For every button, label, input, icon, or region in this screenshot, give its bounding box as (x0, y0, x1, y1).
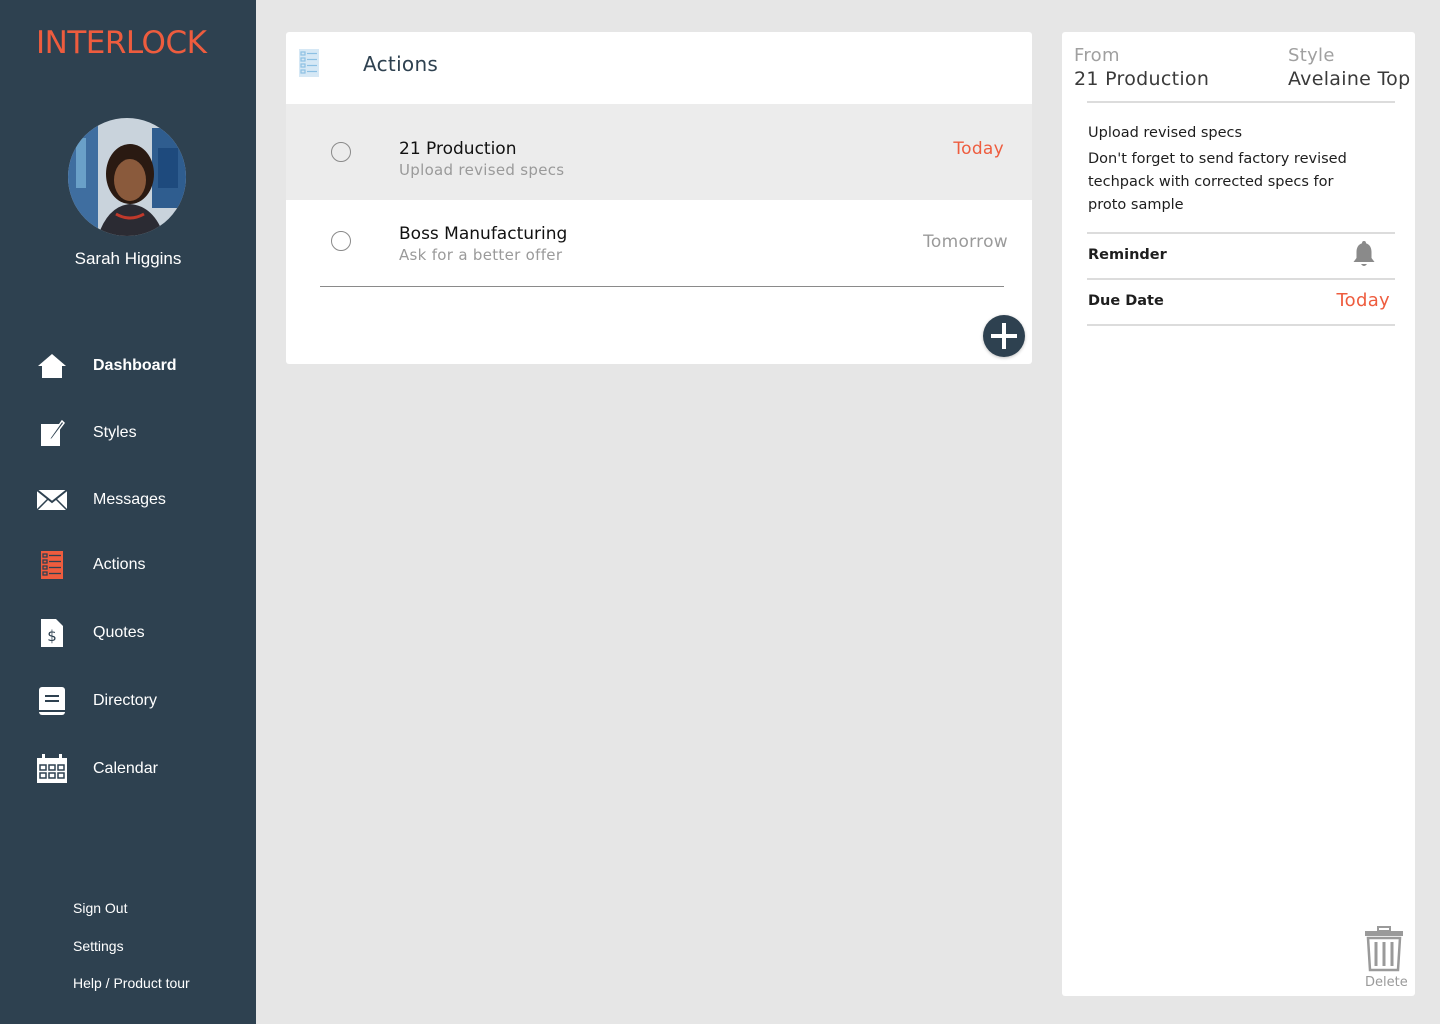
avatar[interactable] (68, 118, 186, 236)
due-date-label: Due Date (1088, 293, 1164, 309)
action-title: 21 Production (399, 139, 517, 159)
bell-icon[interactable] (1353, 240, 1375, 273)
divider (1087, 324, 1395, 326)
checklist-icon (36, 549, 68, 581)
help-link[interactable]: Help / Product tour (73, 975, 190, 991)
sidebar-item-calendar[interactable]: Calendar (0, 745, 256, 793)
action-detail-panel: From 21 Production Style Avelaine Top Up… (1062, 32, 1415, 996)
sign-out-link[interactable]: Sign Out (73, 900, 127, 916)
due-date-value[interactable]: Today (1336, 290, 1390, 311)
from-label: From (1074, 45, 1120, 66)
action-item[interactable]: Boss Manufacturing Ask for a better offe… (286, 200, 1032, 284)
list-divider (320, 286, 1004, 287)
action-due: Tomorrow (923, 232, 1008, 252)
actions-panel: Actions 21 Production Upload revised spe… (286, 32, 1032, 364)
action-subtitle: Ask for a better offer (399, 246, 563, 264)
checklist-icon (298, 48, 320, 83)
panel-title: Actions (363, 52, 439, 76)
action-subtitle: Upload revised specs (399, 161, 565, 179)
action-title: Boss Manufacturing (399, 224, 568, 244)
sidebar-item-label: Actions (93, 556, 146, 573)
sidebar-item-label: Messages (93, 491, 166, 508)
trash-icon[interactable] (1364, 926, 1404, 977)
divider (1087, 232, 1395, 234)
app-logo[interactable]: INTERLOCK (36, 26, 207, 60)
svg-text:$: $ (47, 627, 57, 645)
action-due: Today (953, 139, 1004, 159)
edit-icon (36, 417, 68, 449)
action-item[interactable]: 21 Production Upload revised specs Today (286, 104, 1032, 200)
envelope-icon (36, 484, 68, 516)
style-label: Style (1288, 45, 1335, 66)
dollar-document-icon: $ (36, 617, 68, 649)
sidebar-item-label: Styles (93, 424, 137, 441)
note-title[interactable]: Upload revised specs (1088, 125, 1242, 141)
complete-radio[interactable] (331, 231, 351, 251)
sidebar-item-actions[interactable]: Actions (0, 541, 256, 589)
divider (1087, 278, 1395, 280)
home-icon (36, 350, 68, 382)
sidebar-item-directory[interactable]: Directory (0, 677, 256, 725)
sidebar-item-styles[interactable]: Styles (0, 409, 256, 457)
book-icon (36, 685, 68, 717)
user-name: Sarah Higgins (74, 249, 182, 268)
sidebar-item-label: Calendar (93, 760, 158, 777)
complete-radio[interactable] (331, 142, 351, 162)
sidebar-item-dashboard[interactable]: Dashboard (0, 342, 256, 390)
sidebar-item-messages[interactable]: Messages (0, 476, 256, 524)
style-value[interactable]: Avelaine Top (1288, 68, 1410, 90)
sidebar-item-label: Quotes (93, 624, 145, 641)
divider (1087, 101, 1395, 103)
sidebar-item-quotes[interactable]: $ Quotes (0, 609, 256, 657)
sidebar: INTERLOCK Sarah Higgins Dashboard Styles (0, 0, 256, 1024)
calendar-icon (36, 753, 68, 785)
delete-label[interactable]: Delete (1365, 975, 1408, 990)
note-body[interactable]: Don't forget to send factory revised tec… (1088, 148, 1358, 217)
sidebar-item-label: Dashboard (93, 357, 177, 374)
add-action-button[interactable] (983, 315, 1025, 357)
settings-link[interactable]: Settings (73, 938, 124, 954)
from-value[interactable]: 21 Production (1074, 68, 1209, 90)
sidebar-item-label: Directory (93, 692, 158, 709)
actions-panel-header: Actions (286, 32, 1032, 104)
reminder-label: Reminder (1088, 247, 1167, 263)
